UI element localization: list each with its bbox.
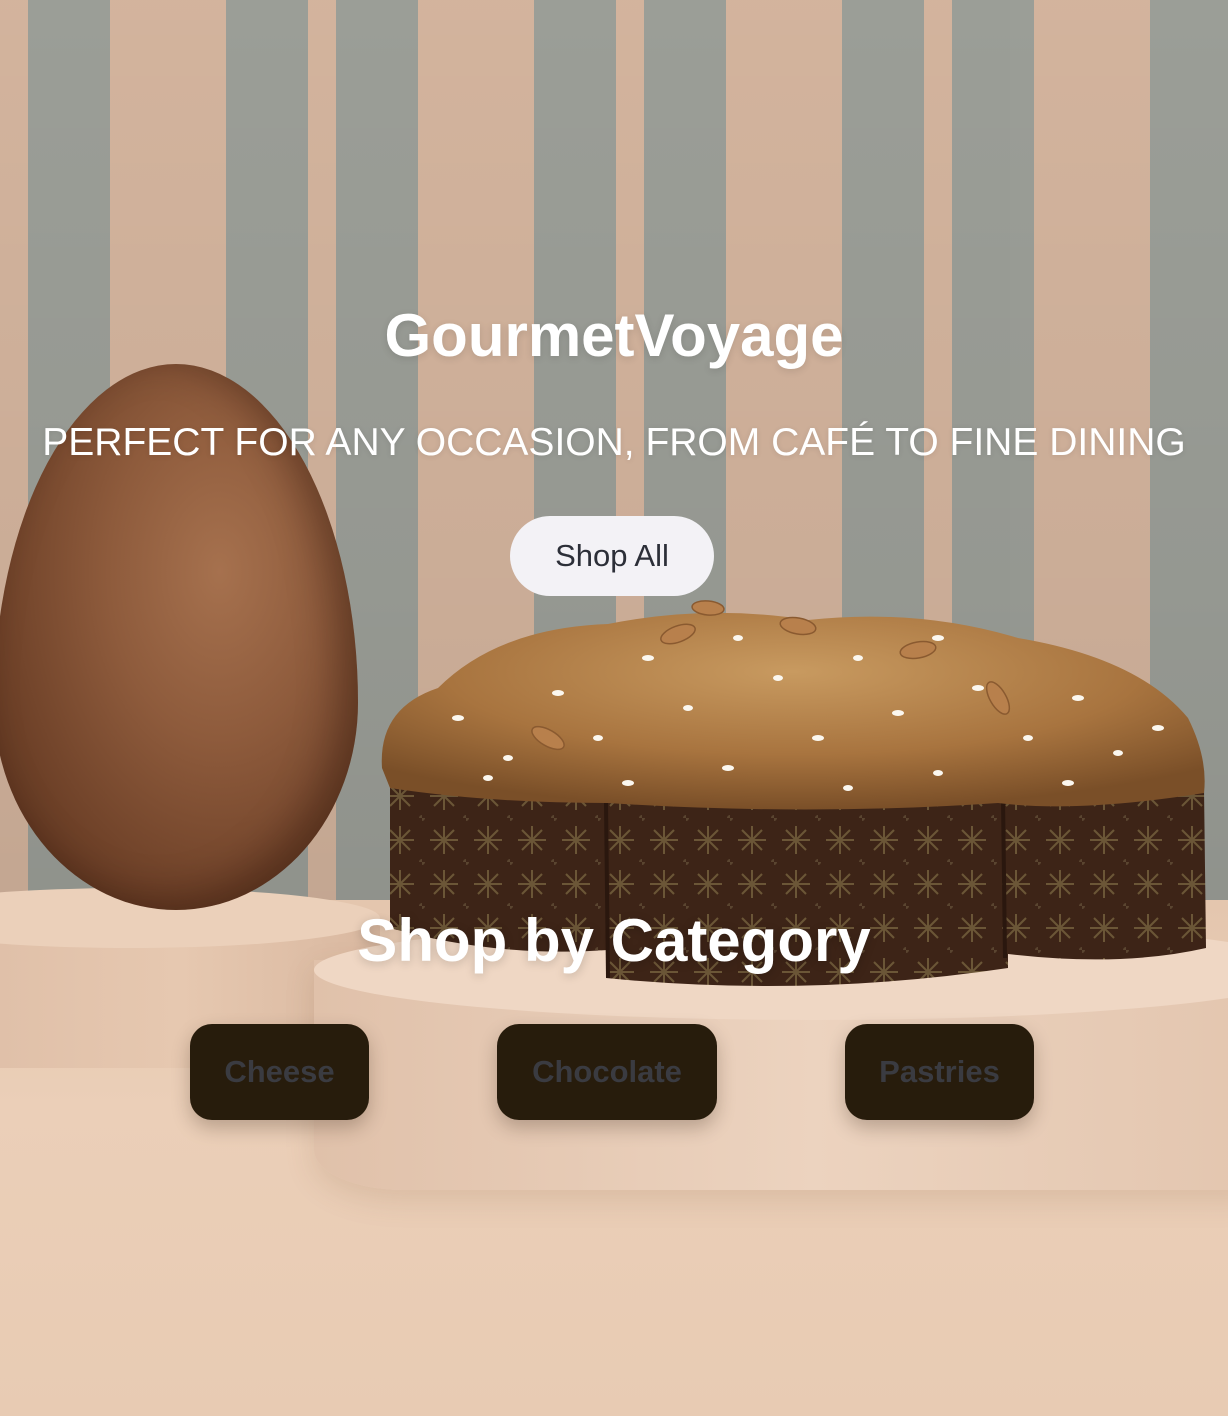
shop-all-button[interactable]: Shop All [510, 516, 714, 596]
hero-background-image [0, 0, 1228, 1416]
category-section-heading: Shop by Category [357, 907, 871, 974]
category-button-cheese[interactable]: Cheese [190, 1024, 369, 1120]
category-button-pastries[interactable]: Pastries [845, 1024, 1034, 1120]
category-button-chocolate[interactable]: Chocolate [497, 1024, 717, 1120]
hero-tagline: PERFECT FOR ANY OCCASION, FROM CAFÉ TO F… [42, 421, 1186, 464]
brand-title: GourmetVoyage [384, 302, 844, 369]
